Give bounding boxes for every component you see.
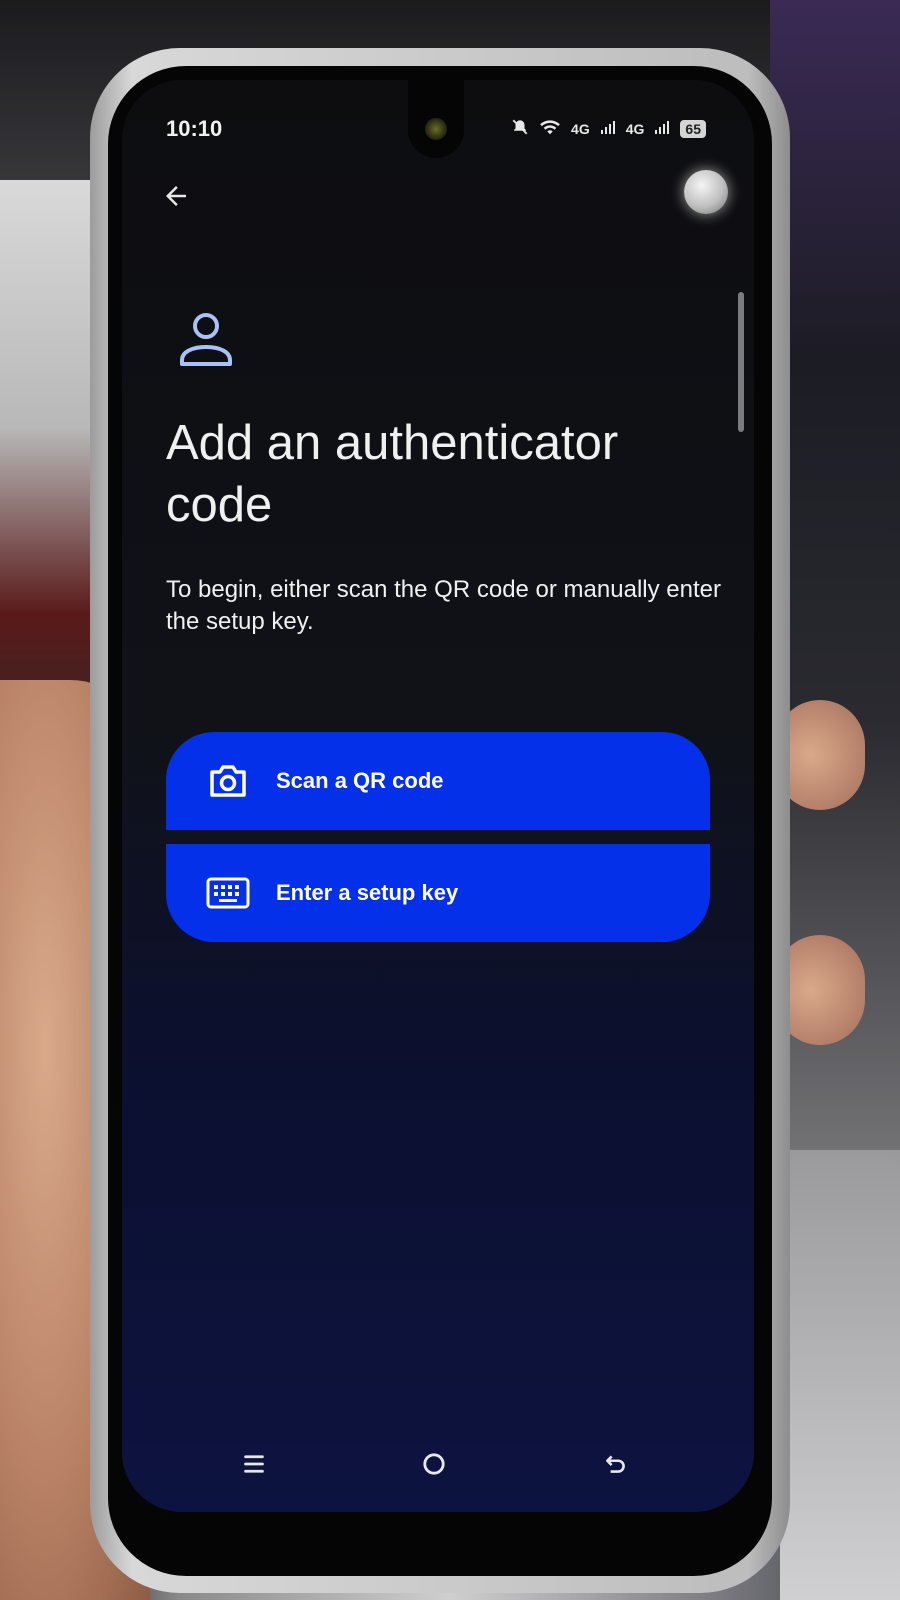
wifi-icon [539,118,561,139]
nav-home-button[interactable] [414,1444,454,1484]
nav-back-button[interactable] [596,1444,636,1484]
scan-qr-code-button[interactable]: Scan a QR code [166,732,710,830]
status-icons: 4G 4G 65 [511,118,706,139]
phone-screen: 10:10 4G 4G 65 Add an authenticator code… [122,80,754,1512]
account-avatar[interactable] [684,170,728,214]
home-icon [423,1453,445,1475]
scan-qr-code-label: Scan a QR code [276,768,444,793]
page-title: Add an authenticator code [166,416,619,532]
camera-icon [206,759,250,803]
network-label-2: 4G [625,120,645,137]
scrollbar[interactable] [738,292,744,432]
background-table [780,1150,900,1600]
battery-indicator: 65 [680,119,706,138]
enter-setup-key-button[interactable]: Enter a setup key [166,844,710,942]
nav-menu-button[interactable] [234,1444,274,1484]
system-nav-bar [122,1434,754,1494]
camera-notch [408,80,464,158]
back-button[interactable] [156,176,196,216]
person-icon [174,308,238,372]
front-camera-lens [425,118,447,140]
status-time: 10:10 [166,116,223,141]
signal-icon [600,119,616,138]
enter-setup-key-label: Enter a setup key [276,880,459,905]
back-icon [606,1455,625,1473]
arrow-back-icon [166,186,186,206]
network-label-1: 4G [571,120,590,137]
mute-icon [511,118,529,139]
menu-icon [244,1455,264,1473]
signal-icon [654,119,670,138]
page-description: To begin, either scan the QR code or man… [166,576,721,635]
keyboard-icon [206,871,250,915]
